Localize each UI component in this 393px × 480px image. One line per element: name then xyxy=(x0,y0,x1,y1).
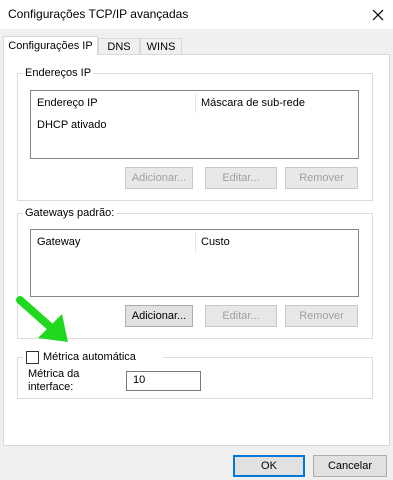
interface-metric-label: Métrica da interface: xyxy=(28,368,79,394)
tab-ip-settings[interactable]: Configurações IP xyxy=(3,36,98,55)
interface-metric-label-line2: interface: xyxy=(28,381,74,393)
tab-dns[interactable]: DNS xyxy=(98,38,140,54)
column-header-subnet-mask[interactable]: Máscara de sub-rede xyxy=(201,97,305,109)
ip-address-list[interactable]: Endereço IP Máscara de sub-rede DHCP ati… xyxy=(30,90,359,159)
close-button[interactable] xyxy=(363,0,393,29)
tab-label: DNS xyxy=(107,41,131,53)
ok-button[interactable]: OK xyxy=(233,455,305,477)
auto-metric-label[interactable]: Métrica automática xyxy=(43,351,136,363)
tab-wins[interactable]: WINS xyxy=(140,38,182,54)
interface-metric-label-line1: Métrica da xyxy=(28,368,80,380)
gateways-legend: Gateways padrão: xyxy=(23,207,117,219)
tab-label: WINS xyxy=(146,41,176,53)
edit-ip-button[interactable]: Editar... xyxy=(205,167,277,189)
remove-gateway-button[interactable]: Remover xyxy=(285,305,358,327)
add-gateway-button[interactable]: Adicionar... xyxy=(125,305,193,327)
ip-addresses-legend: Endereços IP xyxy=(23,67,94,79)
remove-ip-button[interactable]: Remover xyxy=(285,167,358,189)
column-header-gateway[interactable]: Gateway xyxy=(37,236,80,248)
annotation-arrow-icon xyxy=(16,296,68,342)
gateway-list[interactable]: Gateway Custo xyxy=(30,229,359,297)
interface-metric-input[interactable]: 10 xyxy=(126,371,201,391)
add-ip-button[interactable]: Adicionar... xyxy=(125,167,193,189)
window-title: Configurações TCP/IP avançadas xyxy=(8,7,189,21)
close-icon xyxy=(372,9,384,20)
tab-label: Configurações IP xyxy=(8,40,93,52)
column-divider[interactable] xyxy=(195,93,196,113)
column-header-cost[interactable]: Custo xyxy=(201,236,230,248)
column-header-ip-address[interactable]: Endereço IP xyxy=(37,97,98,109)
list-item[interactable]: DHCP ativado xyxy=(37,119,107,131)
column-divider[interactable] xyxy=(195,232,196,252)
auto-metric-checkbox[interactable] xyxy=(26,351,39,364)
cancel-button[interactable]: Cancelar xyxy=(313,455,387,477)
edit-gateway-button[interactable]: Editar... xyxy=(205,305,277,327)
